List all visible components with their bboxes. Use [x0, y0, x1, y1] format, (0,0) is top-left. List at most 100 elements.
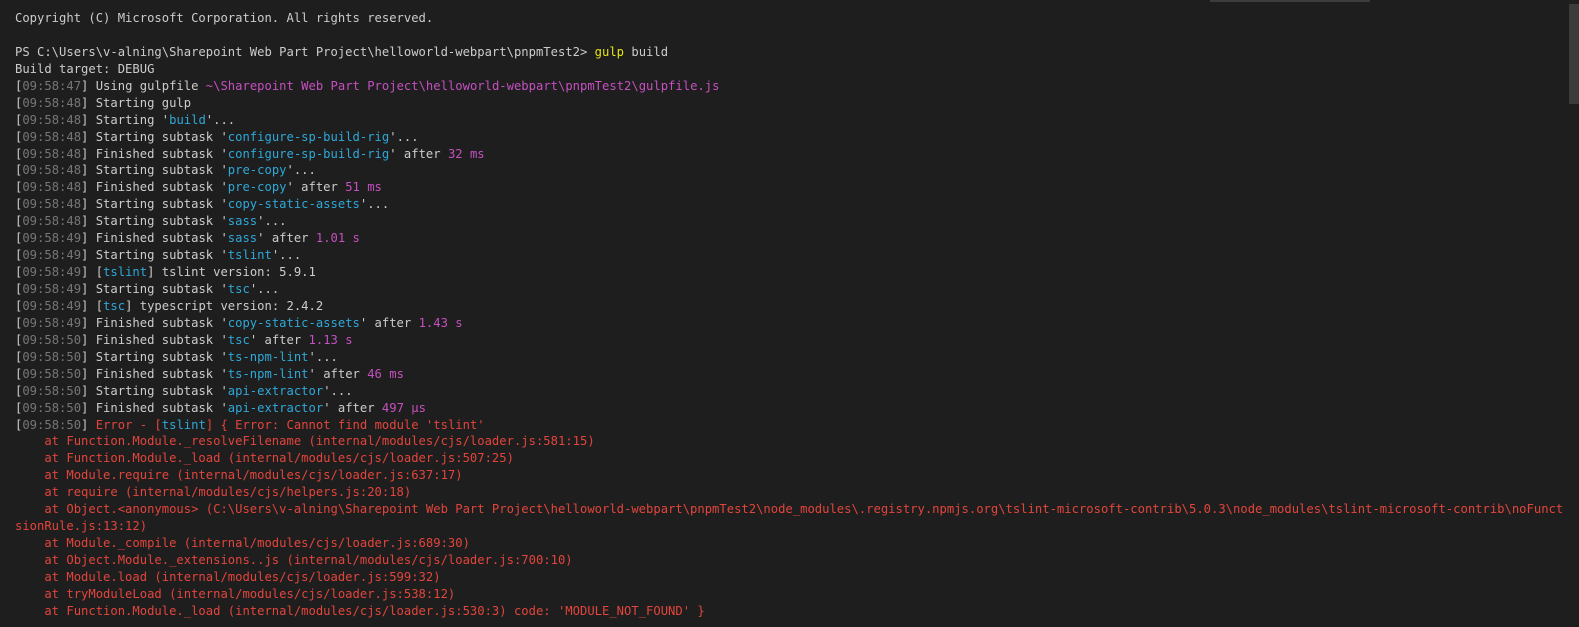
terminal-text-segment: sass — [227, 231, 258, 246]
terminal-text-segment: 09:58:49 — [22, 282, 82, 296]
terminal-line: PS C:\Users\v-alning\Sharepoint Web Part… — [15, 44, 1563, 61]
terminal-text-segment: ts-npm-lint — [227, 349, 309, 364]
terminal-text-segment: ] Starting subtask ' — [81, 383, 228, 398]
terminal-text-segment: ' after — [286, 180, 346, 195]
terminal-line: at Module.require (internal/modules/cjs/… — [15, 467, 1563, 484]
terminal-text-segment: at Module._compile (internal/modules/cjs… — [15, 536, 470, 551]
terminal-text-segment: ] Finished subtask ' — [81, 180, 228, 195]
terminal-text-segment: at require (internal/modules/cjs/helpers… — [15, 485, 412, 500]
terminal-text-segment: ts-npm-lint — [227, 366, 309, 381]
terminal-line: at Function.Module._load (internal/modul… — [15, 450, 1563, 467]
terminal-line: [09:58:48] Starting subtask 'sass'... — [15, 213, 1563, 230]
terminal-text-segment: ] — [81, 417, 96, 432]
terminal-text-segment: ] Starting subtask ' — [81, 163, 228, 178]
terminal-text-segment: 09:58:48 — [22, 146, 82, 161]
terminal-text-segment: at Function.Module._load (internal/modul… — [15, 603, 705, 618]
scrollbar[interactable] — [1565, 0, 1579, 627]
terminal-text-segment: 1.43 s — [418, 315, 463, 330]
terminal-text-segment: ] Starting subtask ' — [81, 214, 228, 229]
terminal-line: [09:58:50] Starting subtask 'api-extract… — [15, 383, 1563, 400]
terminal-text-segment: ~\Sharepoint Web Part Project\helloworld… — [205, 78, 720, 93]
terminal-text-segment: tslint — [227, 248, 272, 263]
terminal-text-segment: 09:58:48 — [22, 180, 82, 195]
terminal-text-segment: 09:58:49 — [22, 298, 82, 313]
terminal-line: [09:58:49] Starting subtask 'tslint'... — [15, 247, 1563, 264]
terminal-panel[interactable]: Copyright (C) Microsoft Corporation. All… — [0, 0, 1579, 627]
terminal-text-segment: ] Starting ' — [81, 112, 170, 127]
terminal-text-segment: 09:58:50 — [22, 366, 82, 381]
terminal-text-segment: 09:58:49 — [22, 231, 82, 246]
terminal-text-segment: tsc — [227, 282, 250, 296]
terminal-line: [09:58:50] Finished subtask 'api-extract… — [15, 400, 1563, 417]
terminal-text-segment: ] [ — [81, 298, 104, 313]
terminal-line: [09:58:48] Starting 'build'... — [15, 112, 1563, 129]
terminal-text-segment: tslint — [161, 417, 206, 432]
terminal-text-segment: ] Finished subtask ' — [81, 366, 228, 381]
terminal-text-segment: ] Starting gulp — [81, 95, 192, 110]
terminal-text-segment: ] Using gulpfile — [81, 78, 206, 93]
terminal-line: [09:58:48] Starting gulp — [15, 95, 1563, 112]
terminal-line: [09:58:48] Starting subtask 'configure-s… — [15, 129, 1563, 146]
terminal-text-segment: 09:58:50 — [22, 349, 82, 364]
terminal-line: at Module.load (internal/modules/cjs/loa… — [15, 569, 1563, 586]
terminal-text-segment: 1.13 s — [308, 332, 353, 347]
terminal-text-segment: copy-static-assets — [227, 315, 360, 330]
terminal-line: [09:58:49] Finished subtask 'sass' after… — [15, 230, 1563, 247]
terminal-text-segment: 09:58:50 — [22, 332, 82, 347]
terminal-line: at tryModuleLoad (internal/modules/cjs/l… — [15, 586, 1563, 603]
terminal-text-segment: 09:58:48 — [22, 197, 82, 212]
terminal-text-segment: 09:58:50 — [22, 400, 82, 415]
terminal-text-segment: tslint — [103, 265, 148, 280]
scrollbar-thumb[interactable] — [1569, 4, 1579, 104]
terminal-text-segment: ] typescript version: 2.4.2 — [125, 298, 324, 313]
terminal-text-segment: 09:58:48 — [22, 95, 82, 110]
terminal-text-segment: ] Finished subtask ' — [81, 231, 228, 246]
terminal-text-segment: ] Finished subtask ' — [81, 332, 228, 347]
terminal-text-segment: ] Starting subtask ' — [81, 248, 228, 263]
terminal-text-segment: 32 ms — [447, 146, 485, 161]
terminal-line: [09:58:50] Finished subtask 'ts-npm-lint… — [15, 366, 1563, 383]
terminal-text-segment: 09:58:48 — [22, 112, 82, 127]
terminal-line: Copyright (C) Microsoft Corporation. All… — [15, 10, 1563, 27]
terminal-text-segment: '... — [257, 214, 287, 229]
terminal-line: [09:58:50] Finished subtask 'tsc' after … — [15, 332, 1563, 349]
terminal-text-segment: ] Starting subtask ' — [81, 282, 228, 296]
terminal-text-segment: '... — [271, 248, 302, 263]
terminal-line: at Module._compile (internal/modules/cjs… — [15, 535, 1563, 552]
terminal-line: [09:58:49] [tsc] typescript version: 2.4… — [15, 298, 1563, 315]
terminal-text-segment: api-extractor — [227, 383, 324, 398]
terminal-text-segment: 09:58:50 — [22, 383, 82, 398]
terminal-text-segment: gulp — [594, 44, 625, 59]
terminal-line: Build target: DEBUG — [15, 61, 1563, 78]
terminal-text-segment: '... — [249, 282, 280, 296]
terminal-text-segment: ] [ — [81, 265, 104, 280]
terminal-line: [09:58:49] [tslint] tslint version: 5.9.… — [15, 264, 1563, 281]
terminal-line: [09:58:48] Finished subtask 'pre-copy' a… — [15, 179, 1563, 196]
terminal-text-segment: configure-sp-build-rig — [227, 146, 390, 161]
terminal-text-segment: configure-sp-build-rig — [227, 129, 390, 144]
terminal-text-segment: 09:58:49 — [22, 315, 82, 330]
terminal-text-segment: ' after — [323, 400, 382, 415]
terminal-text-segment: 09:58:49 — [22, 248, 82, 263]
terminal-text-segment: at Function.Module._resolveFilename (int… — [15, 434, 595, 449]
terminal-text-segment: 51 ms — [345, 180, 382, 195]
terminal-text-segment: at Object.Module._extensions..js (intern… — [15, 553, 573, 567]
terminal-text-segment: '... — [359, 197, 390, 212]
terminal-text-segment: '... — [323, 383, 353, 398]
terminal-text-segment: ] { Error: Cannot find module 'tslint' — [205, 417, 485, 432]
terminal-text-segment: 09:58:50 — [22, 417, 82, 432]
terminal-text-segment: PS C:\Users\v-alning\Sharepoint Web Part… — [15, 44, 595, 59]
terminal-text-segment: build — [624, 44, 669, 59]
terminal-text-segment: ] Starting subtask ' — [81, 197, 228, 212]
terminal-line: [09:58:50] Error - [tslint] { Error: Can… — [15, 417, 1563, 434]
terminal-line: [09:58:47] Using gulpfile ~\Sharepoint W… — [15, 78, 1563, 95]
terminal-text-segment: ' after — [257, 231, 316, 246]
terminal-text-segment: at Object.<anonymous> (C:\Users\v-alning… — [15, 502, 1563, 517]
terminal-text-segment: ] Starting subtask ' — [81, 349, 228, 364]
terminal-line: at Function.Module._resolveFilename (int… — [15, 433, 1563, 450]
terminal-text-segment: 1.01 s — [315, 231, 360, 246]
terminal-text-segment: ' after — [359, 315, 419, 330]
terminal-line: at Object.Module._extensions..js (intern… — [15, 552, 1563, 569]
terminal-text-segment: 09:58:48 — [22, 163, 82, 178]
